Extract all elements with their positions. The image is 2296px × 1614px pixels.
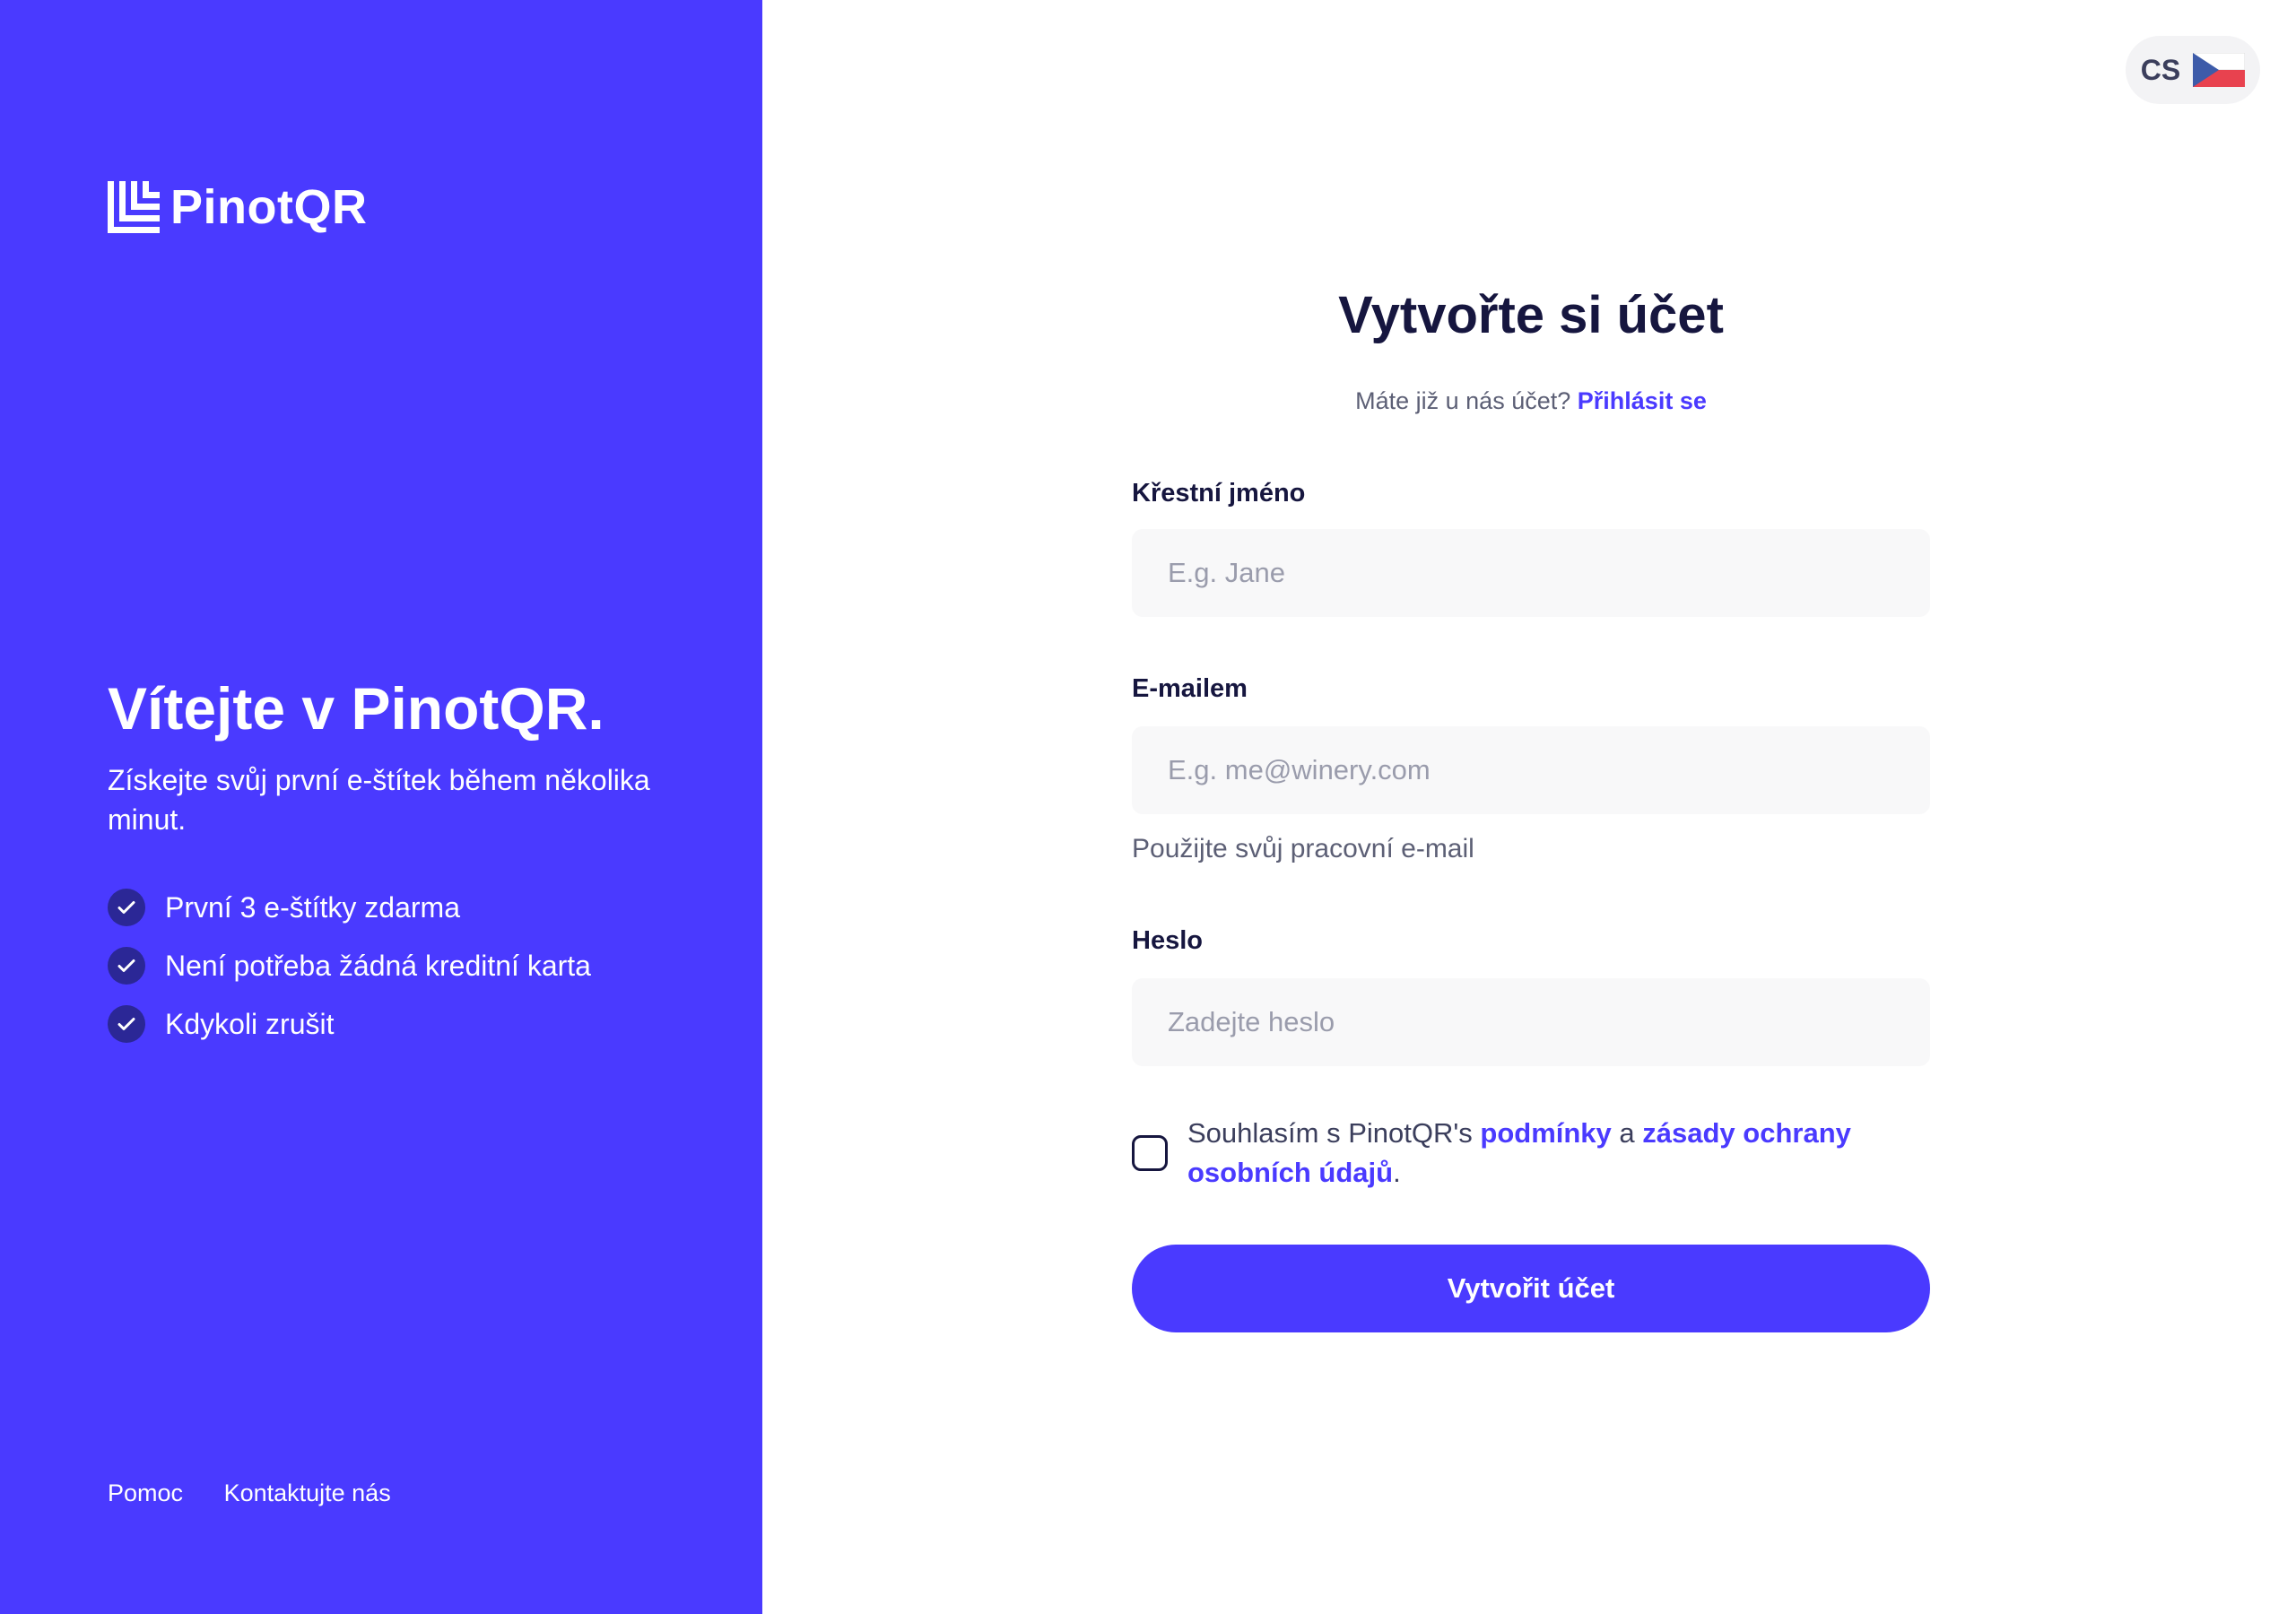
- contact-link[interactable]: Kontaktujte nás: [224, 1480, 391, 1506]
- brand-name: PinotQR: [170, 180, 368, 234]
- language-code: CS: [2140, 53, 2181, 86]
- password-input[interactable]: [1132, 978, 1930, 1066]
- feature-label: Není potřeba žádná kreditní karta: [165, 949, 591, 982]
- feature-item: Není potřeba žádná kreditní karta: [108, 946, 591, 985]
- form-title: Vytvořte si účet: [1338, 286, 1724, 344]
- feature-item: První 3 e-štítky zdarma: [108, 888, 591, 927]
- help-link[interactable]: Pomoc: [108, 1480, 183, 1506]
- login-prompt: Máte již u nás účet? Přihlásit se: [1132, 387, 1930, 415]
- check-circle-icon: [108, 947, 145, 985]
- feature-label: Kdykoli zrušit: [165, 1007, 335, 1040]
- password-label: Heslo: [1132, 926, 1203, 955]
- terms-text: Souhlasím s PinotQR's podmínky a zásady …: [1187, 1114, 1869, 1193]
- left-panel: PinotQR Vítejte v PinotQR. Získejte svůj…: [0, 0, 762, 1614]
- email-label: E-mailem: [1132, 674, 1248, 703]
- feature-list: První 3 e-štítky zdarma Není potřeba žád…: [108, 888, 591, 1063]
- terms-prefix: Souhlasím s PinotQR's: [1187, 1117, 1481, 1149]
- feature-label: První 3 e-štítky zdarma: [165, 890, 460, 924]
- footer-links: Pomoc Kontaktujte nás: [108, 1480, 425, 1507]
- feature-item: Kdykoli zrušit: [108, 1004, 591, 1044]
- email-hint: Použijte svůj pracovní e-mail: [1132, 834, 1474, 863]
- language-switcher[interactable]: CS: [2126, 36, 2260, 104]
- brand-logo[interactable]: PinotQR: [108, 179, 367, 235]
- email-input[interactable]: [1132, 726, 1930, 814]
- first-name-label: Křestní jméno: [1132, 479, 1306, 508]
- have-account-text: Máte již u nás účet?: [1355, 387, 1571, 414]
- terms-link[interactable]: podmínky: [1480, 1117, 1611, 1149]
- check-circle-icon: [108, 889, 145, 926]
- czech-flag-icon: [2193, 53, 2246, 87]
- login-link[interactable]: Přihlásit se: [1578, 387, 1707, 414]
- terms-checkbox[interactable]: [1132, 1135, 1168, 1171]
- welcome-title: Vítejte v PinotQR.: [108, 675, 604, 742]
- pinotqr-logo-icon: [108, 181, 160, 233]
- welcome-subtitle: Získejte svůj první e-štítek během někol…: [108, 764, 650, 836]
- create-account-button[interactable]: Vytvořit účet: [1132, 1245, 1930, 1332]
- first-name-input[interactable]: [1132, 529, 1930, 617]
- terms-suffix: .: [1393, 1157, 1401, 1188]
- terms-conjunction: a: [1611, 1117, 1643, 1149]
- check-circle-icon: [108, 1005, 145, 1043]
